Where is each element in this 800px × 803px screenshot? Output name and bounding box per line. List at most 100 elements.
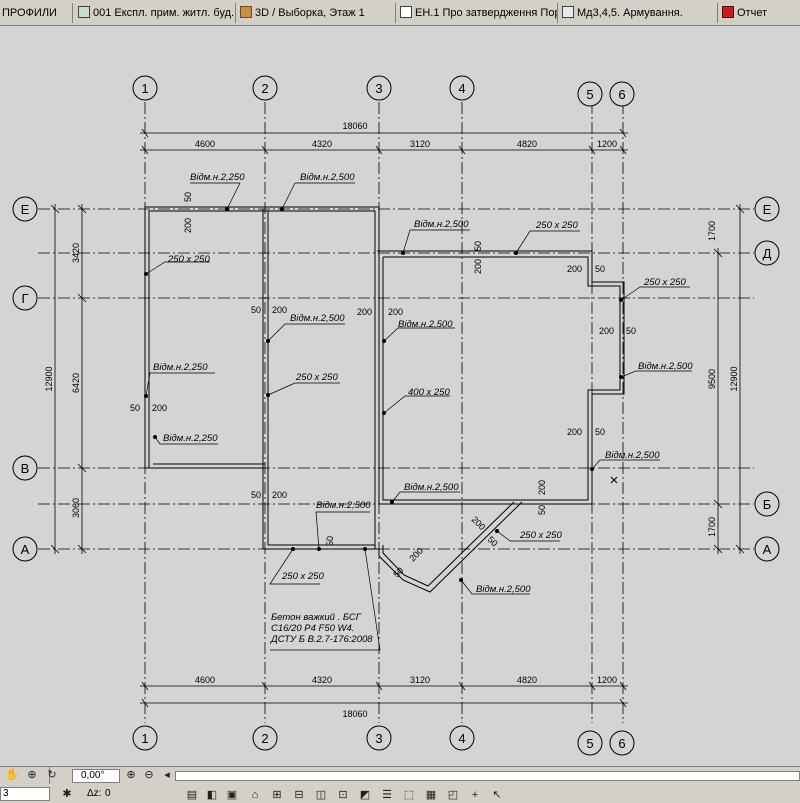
grid-bubble-G-left: Г <box>12 285 38 311</box>
window-tool-icon[interactable]: ⊡ <box>336 788 350 802</box>
concrete-note: ДСТУ Б В.2.7-176:2008 <box>270 634 373 645</box>
stair-tool-icon[interactable]: ☰ <box>380 788 394 802</box>
grid-bubble-3-top: 3 <box>366 75 392 101</box>
zone-tool-icon[interactable]: ⬚ <box>402 788 416 802</box>
angle-field[interactable]: 0,00° <box>72 769 120 783</box>
elev-label: Відм.н.2,500 <box>476 584 531 595</box>
dim-span-4-5: 4820 <box>517 139 537 149</box>
svg-text:50: 50 <box>325 536 335 546</box>
svg-text:3: 3 <box>375 731 382 746</box>
status-toolbar: ✋ ⊕ ↻ 0,00° ⊕ ⊖ ◂ 3 ✱ Δz: 0 0 ▤ ◧ ▣ ⌂ ⊞ … <box>0 766 800 802</box>
camera-tool-icon[interactable]: ▣ <box>225 788 239 802</box>
svg-text:200: 200 <box>183 218 193 233</box>
layout-icon <box>400 6 412 18</box>
svg-text:50: 50 <box>595 264 605 274</box>
grid-bubble-2-top: 2 <box>252 75 278 101</box>
zoom-in-icon[interactable]: ⊕ <box>124 768 138 782</box>
svg-text:В: В <box>21 461 30 476</box>
tab-label: ЕН.1 Про затвердження Пор... <box>415 7 558 19</box>
tab-profiles[interactable]: ПРОФИЛИ <box>0 3 73 23</box>
tab-label: Отчет <box>737 7 768 19</box>
section-label: 250 x 250 <box>535 220 578 231</box>
scroll-left-icon[interactable]: ◂ <box>160 768 174 782</box>
dim-span-4-5-bottom: 4820 <box>517 675 537 685</box>
coordinate-field-1[interactable]: 3 <box>0 787 50 801</box>
tab-label: ПРОФИЛИ <box>2 7 57 19</box>
svg-text:1: 1 <box>141 731 148 746</box>
snap-icon[interactable]: ✱ <box>60 787 74 801</box>
grid-bubble-B-right: Б <box>754 491 780 517</box>
section-label: 250 x 250 <box>643 277 686 288</box>
arrow-icon[interactable]: ↖ <box>490 788 504 802</box>
dim-left-span-2: 6420 <box>71 373 81 393</box>
grid-bubble-2-bottom: 2 <box>252 725 278 751</box>
svg-text:Д: Д <box>763 246 772 261</box>
dim-span-1-2: 4600 <box>195 139 215 149</box>
plus-icon[interactable]: + <box>468 788 482 802</box>
section-label: 250 x 250 <box>281 571 324 582</box>
tab-label: 3D / Выборка, Этаж 1 <box>255 7 365 19</box>
svg-text:1: 1 <box>141 81 148 96</box>
svg-text:200: 200 <box>567 264 582 274</box>
view-tab-bar: ПРОФИЛИ 001 Експл. прим. житл. буд.... 3… <box>0 0 800 26</box>
svg-text:4: 4 <box>458 81 465 96</box>
grid-bubble-A-left: А <box>12 536 38 562</box>
3d-view-icon <box>240 6 252 18</box>
coordinate-value-1: 3 <box>3 788 9 799</box>
svg-text:50: 50 <box>391 565 405 579</box>
tab-3d-view[interactable]: 3D / Выборка, Этаж 1 <box>238 3 396 23</box>
slab-tool-icon[interactable]: ◧ <box>205 788 219 802</box>
zoom-out-icon[interactable]: ⊖ <box>142 768 156 782</box>
wall-tool-icon[interactable]: ▤ <box>185 788 199 802</box>
tab-layout[interactable]: ЕН.1 Про затвердження Пор... <box>398 3 558 23</box>
svg-text:5: 5 <box>586 87 593 102</box>
mesh-tool-icon[interactable]: ▦ <box>424 788 438 802</box>
svg-text:50: 50 <box>473 241 483 251</box>
roof-tool-icon[interactable]: ⌂ <box>248 788 262 802</box>
dz-label: Δz: <box>87 788 102 799</box>
svg-text:200: 200 <box>272 305 287 315</box>
svg-text:200: 200 <box>537 480 547 495</box>
svg-text:Б: Б <box>763 497 772 512</box>
hand-pan-icon[interactable]: ✋ <box>5 768 19 782</box>
svg-text:3: 3 <box>375 81 382 96</box>
svg-text:5: 5 <box>586 736 593 751</box>
svg-text:6: 6 <box>618 87 625 102</box>
svg-text:50: 50 <box>251 490 261 500</box>
dim-span-3-4-bottom: 3120 <box>410 675 430 685</box>
section-label: 400 x 250 <box>408 387 450 398</box>
dim-span-3-4: 3120 <box>410 139 430 149</box>
column-tool-icon[interactable]: ⊞ <box>270 788 284 802</box>
section-label: 250 x 250 <box>519 530 562 541</box>
dim-span-5-6-bottom: 1200 <box>597 675 617 685</box>
elev-label: Відм.н.2,250 <box>163 433 218 444</box>
text-tool-icon[interactable]: ◰ <box>446 788 460 802</box>
grid-bubble-E-right: Е <box>754 196 780 222</box>
rotate-icon[interactable]: ↻ <box>45 768 59 782</box>
svg-text:50: 50 <box>130 403 140 413</box>
row-bubbles: Е Г В А Е Д Б А <box>12 196 780 562</box>
tab-label: 001 Експл. прим. житл. буд.... <box>93 7 236 19</box>
object-tool-icon[interactable]: ◩ <box>358 788 372 802</box>
tab-detail[interactable]: Мд3,4,5. Армування. <box>560 3 718 23</box>
horizontal-scrollbar[interactable] <box>175 771 800 781</box>
svg-text:Е: Е <box>763 202 772 217</box>
dim-span-2-3-bottom: 4320 <box>312 675 332 685</box>
elev-label: Відм.н.2,500 <box>300 172 355 183</box>
elev-label: Відм.н.2,500 <box>605 450 660 461</box>
svg-text:4: 4 <box>458 731 465 746</box>
tab-report[interactable]: Отчет <box>720 3 800 23</box>
drawing-canvas[interactable]: 1 2 3 4 5 6 1 2 3 4 5 6 Е Г В А Е Д Б А <box>0 26 800 766</box>
svg-text:50: 50 <box>537 505 547 515</box>
dim-left-span-3: 3060 <box>71 498 81 518</box>
svg-text:50: 50 <box>595 427 605 437</box>
elev-label: Відм.н.2,500 <box>638 361 693 372</box>
door-tool-icon[interactable]: ◫ <box>314 788 328 802</box>
svg-text:200: 200 <box>473 259 483 274</box>
beam-tool-icon[interactable]: ⊟ <box>292 788 306 802</box>
tab-floor-plan[interactable]: 001 Експл. прим. житл. буд.... <box>76 3 236 23</box>
detail-icon <box>562 6 574 18</box>
angle-value: 0,00° <box>81 770 105 781</box>
grid-bubble-5-bottom: 5 <box>577 730 603 756</box>
zoom-icon[interactable]: ⊕ <box>25 768 39 782</box>
